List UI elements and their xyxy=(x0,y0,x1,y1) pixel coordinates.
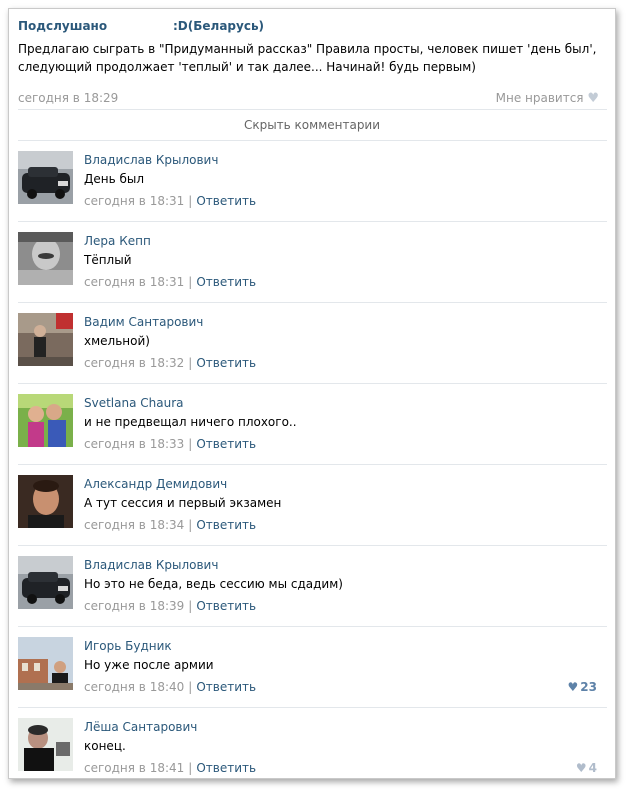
comment-item: Вадим Сантарович хмельной) сегодня в 18:… xyxy=(18,303,608,383)
post-card: Подслушано :D(Беларусь) Предлагаю сыграт… xyxy=(8,8,616,779)
comment-author[interactable]: Александр Демидович xyxy=(84,477,227,491)
post-text: Предлагаю сыграть в "Придуманный рассказ… xyxy=(18,42,597,74)
comment-text: Тёплый xyxy=(84,253,132,267)
meta-separator: | xyxy=(188,194,193,208)
comment-meta: сегодня в 18:41 | Ответить xyxy=(84,761,256,775)
avatar[interactable] xyxy=(18,718,73,771)
comment-text: День был xyxy=(84,172,145,186)
comment-meta: сегодня в 18:40 | Ответить xyxy=(84,680,256,694)
comment-meta: сегодня в 18:34 | Ответить xyxy=(84,518,256,532)
meta-separator: | xyxy=(188,680,193,694)
comment-item: Игорь Будник Но уже после армии сегодня … xyxy=(18,627,608,707)
comment-item: Александр Демидович А тут сессия и первы… xyxy=(18,465,608,545)
comment-like-button[interactable]: ♥ 23 xyxy=(568,680,597,694)
meta-separator: | xyxy=(188,518,193,532)
comment-author[interactable]: Игорь Будник xyxy=(84,639,172,653)
comment-meta: сегодня в 18:31 | Ответить xyxy=(84,194,256,208)
comment-timestamp[interactable]: сегодня в 18:34 xyxy=(84,518,184,532)
meta-separator: | xyxy=(188,599,193,613)
comment-timestamp[interactable]: сегодня в 18:40 xyxy=(84,680,184,694)
comment-text: Но это не беда, ведь сессию мы сдадим) xyxy=(84,577,343,591)
comment-timestamp[interactable]: сегодня в 18:32 xyxy=(84,356,184,370)
reply-link[interactable]: Ответить xyxy=(196,518,256,532)
hide-comments-link[interactable]: Скрыть комментарии xyxy=(9,118,615,132)
avatar[interactable] xyxy=(18,475,73,528)
reply-link[interactable]: Ответить xyxy=(196,761,256,775)
comment-meta: сегодня в 18:31 | Ответить xyxy=(84,275,256,289)
comment-text: и не предвещал ничего плохого.. xyxy=(84,415,297,429)
comment-author[interactable]: Svetlana Chaura xyxy=(84,396,184,410)
comment-timestamp[interactable]: сегодня в 18:41 xyxy=(84,761,184,775)
heart-icon: ♥ xyxy=(567,680,579,694)
reply-link[interactable]: Ответить xyxy=(196,437,256,451)
avatar[interactable] xyxy=(18,313,73,366)
avatar[interactable] xyxy=(18,637,73,690)
comment-text: конец. xyxy=(84,739,126,753)
comment-timestamp[interactable]: сегодня в 18:31 xyxy=(84,275,184,289)
reply-link[interactable]: Ответить xyxy=(196,275,256,289)
reply-link[interactable]: Ответить xyxy=(196,680,256,694)
post-group-suffix: :D(Беларусь) xyxy=(173,19,265,33)
avatar[interactable] xyxy=(18,394,73,447)
comment-meta: сегодня в 18:32 | Ответить xyxy=(84,356,256,370)
comment-text: хмельной) xyxy=(84,334,150,348)
comment-author[interactable]: Лёша Сантарович xyxy=(84,720,197,734)
comment-text: Но уже после армии xyxy=(84,658,214,672)
comment-item: Лера Кепп Тёплый сегодня в 18:31 | Ответит… xyxy=(18,222,608,302)
post-group-link[interactable]: Подслушано xyxy=(18,19,107,33)
heart-icon: ♥ xyxy=(575,761,587,775)
meta-separator: | xyxy=(188,761,193,775)
meta-separator: | xyxy=(188,275,193,289)
wall-post: Подслушано :D(Беларусь) Предлагаю сыграт… xyxy=(18,19,603,106)
divider xyxy=(18,109,607,110)
comment-author[interactable]: Лера Кепп xyxy=(84,234,151,248)
comment-timestamp[interactable]: сегодня в 18:39 xyxy=(84,599,184,613)
meta-separator: | xyxy=(188,437,193,451)
like-count: 4 xyxy=(588,761,597,775)
post-header: Подслушано :D(Беларусь) xyxy=(18,19,603,35)
comment-timestamp[interactable]: сегодня в 18:31 xyxy=(84,194,184,208)
reply-link[interactable]: Ответить xyxy=(196,599,256,613)
avatar[interactable] xyxy=(18,232,73,285)
post-like-label: Мне нравится xyxy=(495,91,584,105)
avatar[interactable] xyxy=(18,556,73,609)
post-timestamp[interactable]: сегодня в 18:29 xyxy=(18,91,118,105)
comment-item: Лёша Сантарович конец. сегодня в 18:41 | О… xyxy=(18,708,608,788)
heart-icon: ♥ xyxy=(587,91,599,106)
comment-like-button[interactable]: ♥ 4 xyxy=(576,761,597,775)
comment-author[interactable]: Владислав Крылович xyxy=(84,153,218,167)
reply-link[interactable]: Ответить xyxy=(196,356,256,370)
comment-meta: сегодня в 18:39 | Ответить xyxy=(84,599,256,613)
reply-link[interactable]: Ответить xyxy=(196,194,256,208)
avatar[interactable] xyxy=(18,151,73,204)
comment-item: Владислав Крылович Но это не беда, ведь … xyxy=(18,546,608,626)
post-like-button[interactable]: Мне нравится ♥ xyxy=(496,91,599,106)
comment-timestamp[interactable]: сегодня в 18:33 xyxy=(84,437,184,451)
comment-author[interactable]: Вадим Сантарович xyxy=(84,315,203,329)
comment-item: Владислав Крылович День был сегодня в 18… xyxy=(18,141,608,221)
comment-meta: сегодня в 18:33 | Ответить xyxy=(84,437,256,451)
comment-text: А тут сессия и первый экзамен xyxy=(84,496,282,510)
like-count: 23 xyxy=(580,680,597,694)
comment-item: Svetlana Chaura и не предвещал ничего пл… xyxy=(18,384,608,464)
comment-author[interactable]: Владислав Крылович xyxy=(84,558,218,572)
meta-separator: | xyxy=(188,356,193,370)
